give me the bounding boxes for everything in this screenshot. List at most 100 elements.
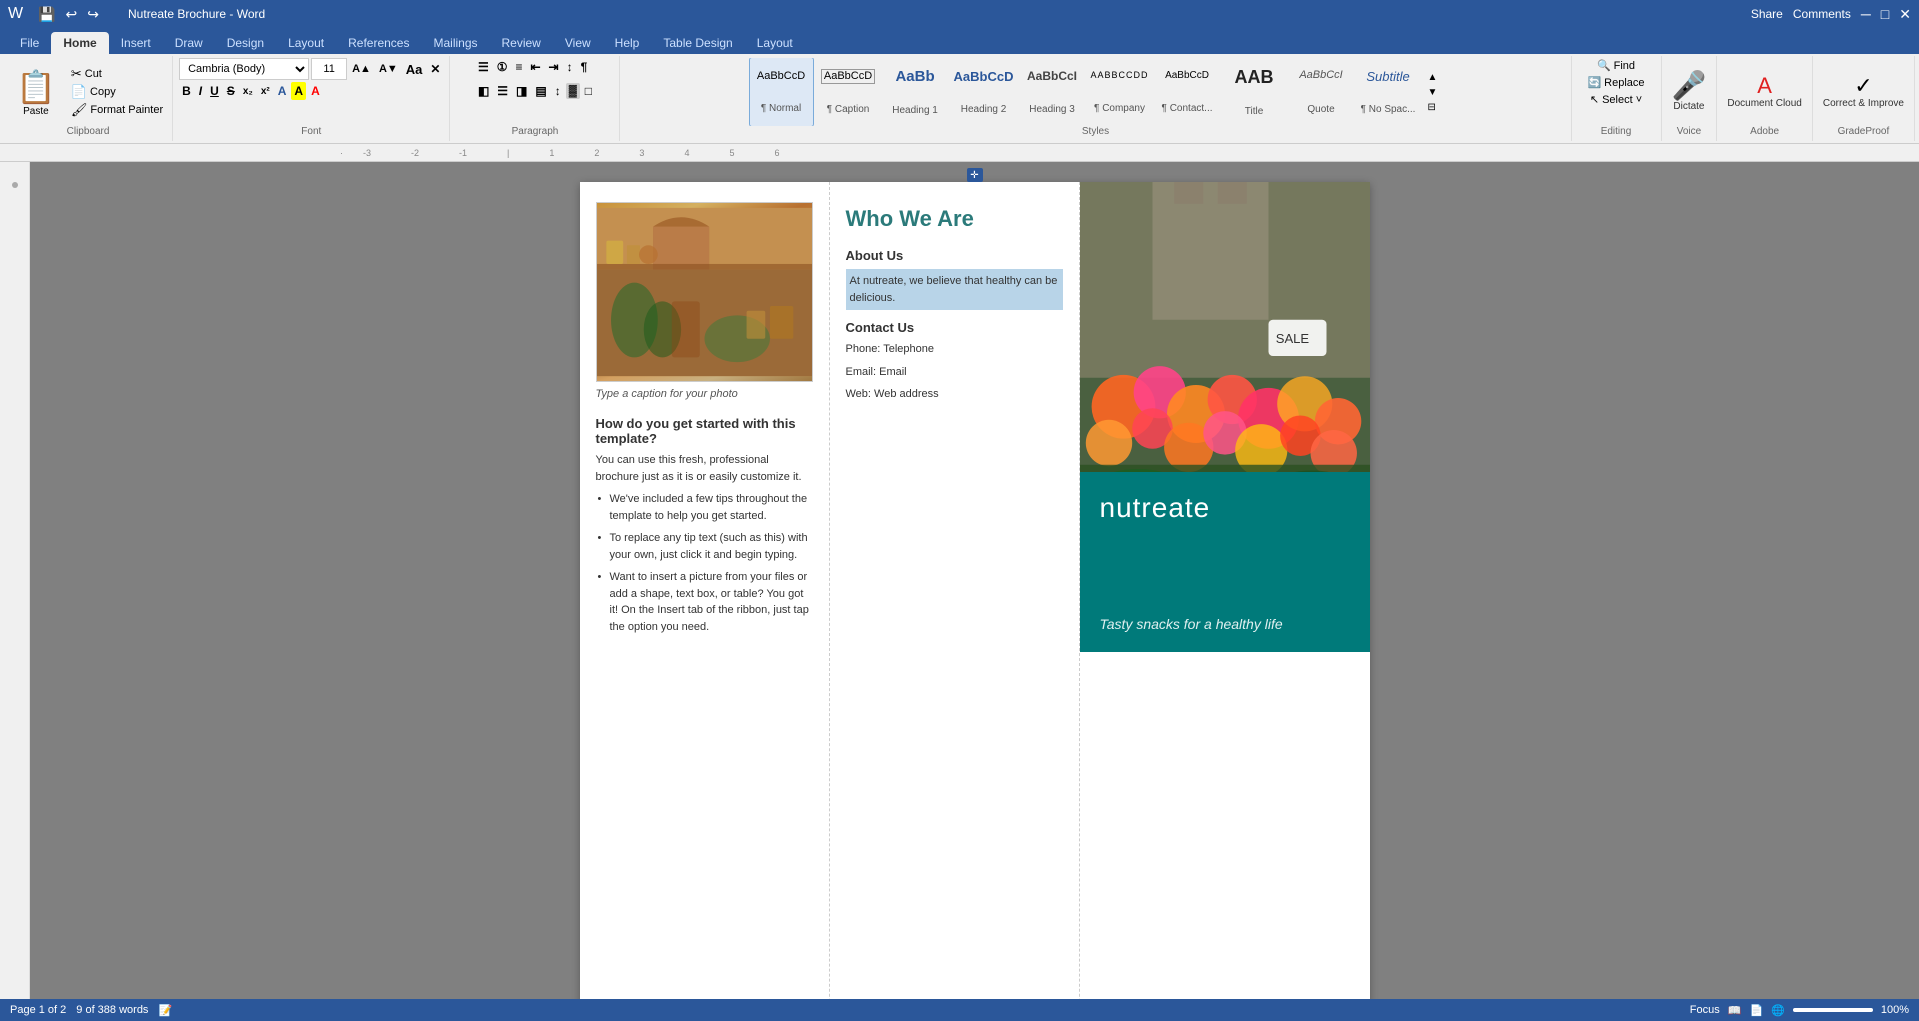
tab-help[interactable]: Help (603, 32, 652, 54)
tab-layout[interactable]: Layout (276, 32, 336, 54)
share-btn[interactable]: Share (1751, 7, 1783, 21)
correct-improve-button[interactable]: ✓ Correct & Improve (1819, 58, 1908, 126)
strikethrough-btn[interactable]: S (224, 82, 238, 100)
dictate-button[interactable]: 🎤 Dictate (1668, 58, 1711, 126)
quick-access-toolbar: 💾 ↩ ↪ (35, 4, 102, 25)
close-btn[interactable]: ✕ (1899, 6, 1911, 23)
numbering-btn[interactable]: ① (494, 58, 511, 76)
ruler-0: | (507, 148, 509, 158)
styles-scroll-down[interactable]: ▼ (1425, 86, 1441, 99)
document-area[interactable]: ✛ (30, 162, 1919, 999)
style-caption[interactable]: AaBbCcD ¶ Caption (816, 58, 881, 126)
show-formatting-btn[interactable]: ¶ (578, 58, 591, 76)
find-button[interactable]: 🔍 Find (1594, 58, 1638, 73)
bullets-btn[interactable]: ☰ (475, 58, 492, 76)
align-center-btn[interactable]: ☰ (494, 82, 511, 100)
maximize-btn[interactable]: □ (1881, 6, 1889, 22)
superscript-btn[interactable]: x² (258, 84, 273, 99)
select-button[interactable]: ↖ Select ˅ (1587, 92, 1645, 107)
save-btn[interactable]: 💾 (35, 4, 58, 25)
bullet-3: Want to insert a picture from your files… (596, 569, 813, 635)
tab-table-design[interactable]: Table Design (651, 32, 744, 54)
status-bar: Page 1 of 2 9 of 388 words 📝 Focus 📖 📄 🌐… (0, 999, 1919, 1021)
style-subtitle-preview: Subtitle (1366, 69, 1409, 85)
style-heading3[interactable]: AaBbCcI Heading 3 (1020, 58, 1085, 126)
align-right-btn[interactable]: ◨ (513, 82, 530, 100)
tab-view[interactable]: View (553, 32, 603, 54)
increase-indent-btn[interactable]: ⇥ (546, 58, 562, 76)
focus-btn[interactable]: Focus (1690, 1004, 1720, 1016)
tab-draw[interactable]: Draw (163, 32, 215, 54)
bold-btn[interactable]: B (179, 82, 194, 100)
align-left-btn[interactable]: ◧ (475, 82, 492, 100)
cut-button[interactable]: ✂ Cut (68, 65, 166, 83)
tab-references[interactable]: References (336, 32, 421, 54)
font-color-btn[interactable]: A (308, 82, 323, 100)
read-mode-btn[interactable]: 📖 (1728, 1004, 1742, 1017)
text-highlight-btn[interactable]: A (291, 82, 306, 100)
subscript-btn[interactable]: x₂ (240, 84, 256, 99)
tab-review[interactable]: Review (490, 32, 553, 54)
document-cloud-button[interactable]: A Document Cloud (1723, 58, 1805, 126)
change-case-btn[interactable]: Aa (403, 60, 426, 79)
style-contact[interactable]: AaBbCcD ¶ Contact... (1155, 58, 1220, 126)
tab-layout2[interactable]: Layout (745, 32, 805, 54)
style-h3-label: Heading 3 (1029, 104, 1075, 115)
tab-file[interactable]: File (8, 32, 51, 54)
style-heading1[interactable]: AaBb Heading 1 (883, 58, 948, 126)
text-effects-btn[interactable]: A (275, 82, 290, 100)
font-name-select[interactable]: Cambria (Body) (179, 58, 309, 80)
borders-btn[interactable]: □ (582, 82, 595, 100)
style-contact-label: ¶ Contact... (1162, 103, 1213, 114)
shading-btn[interactable]: ▓ (566, 83, 580, 99)
zoom-slider[interactable] (1793, 1008, 1873, 1012)
clear-format-btn[interactable]: ✕ (427, 60, 443, 78)
table-move-handle[interactable]: ✛ (967, 168, 983, 182)
style-quote[interactable]: AaBbCcI Quote (1289, 58, 1354, 126)
comments-btn[interactable]: Comments (1793, 7, 1851, 21)
tab-insert[interactable]: Insert (109, 32, 163, 54)
line-spacing-btn[interactable]: ↕ (552, 82, 564, 100)
kitchen-photo (596, 202, 813, 382)
font-size-decrease-btn[interactable]: A▼ (376, 61, 401, 77)
paste-button[interactable]: 📋 Paste (10, 64, 62, 121)
styles-scroll-up[interactable]: ▲ (1425, 71, 1441, 84)
copy-button[interactable]: 📄 Copy (68, 83, 166, 101)
style-company[interactable]: AABBCCDD ¶ Company (1087, 58, 1153, 126)
underline-btn[interactable]: U (207, 82, 222, 100)
ruler-3: 3 (639, 148, 644, 158)
replace-button[interactable]: 🔄 Replace (1584, 75, 1647, 90)
template-intro: You can use this fresh, professional bro… (596, 452, 813, 485)
web-layout-btn[interactable]: 🌐 (1771, 1004, 1785, 1017)
justify-btn[interactable]: ▤ (532, 82, 549, 100)
minimize-btn[interactable]: ─ (1861, 6, 1871, 22)
tab-design[interactable]: Design (215, 32, 276, 54)
brand-tagline: Tasty snacks for a healthy life (1100, 616, 1350, 632)
gradeproof-icon: ✓ (1854, 75, 1872, 97)
styles-expand[interactable]: ⊟ (1425, 101, 1441, 114)
print-layout-btn[interactable]: 📄 (1749, 1004, 1763, 1017)
center-column: Who We Are About Us At nutreate, we beli… (830, 182, 1080, 999)
font-size-input[interactable] (311, 58, 347, 80)
italic-btn[interactable]: I (196, 82, 205, 100)
style-heading2[interactable]: AaBbCcD Heading 2 (950, 58, 1018, 126)
style-subtitle[interactable]: Subtitle ¶ No Spac... (1356, 58, 1421, 126)
multilevel-btn[interactable]: ≡ (512, 58, 525, 76)
title-bar: W 💾 ↩ ↪ Nutreate Brochure - Word Share C… (0, 0, 1919, 28)
brand-section: nutreate Tasty snacks for a healthy life (1080, 472, 1370, 652)
title-bar-left: W 💾 ↩ ↪ Nutreate Brochure - Word (8, 4, 265, 25)
decrease-indent-btn[interactable]: ⇤ (527, 58, 543, 76)
style-normal[interactable]: AaBbCcD ¶ Normal (749, 58, 814, 126)
sort-btn[interactable]: ↕ (564, 58, 576, 76)
bullet-2: To replace any tip text (such as this) w… (596, 530, 813, 563)
about-text: At nutreate, we believe that healthy can… (846, 269, 1063, 310)
tab-home[interactable]: Home (51, 32, 108, 54)
redo-btn[interactable]: ↪ (84, 4, 102, 25)
tab-mailings[interactable]: Mailings (421, 32, 489, 54)
ruler-2: 2 (594, 148, 599, 158)
undo-btn[interactable]: ↩ (63, 4, 81, 25)
font-size-increase-btn[interactable]: A▲ (349, 61, 374, 77)
style-title[interactable]: AAB Title (1222, 58, 1287, 126)
format-painter-button[interactable]: 🖌 Format Painter (68, 101, 166, 119)
styles-group: AaBbCcD ¶ Normal AaBbCcD ¶ Caption AaBb … (620, 56, 1571, 141)
